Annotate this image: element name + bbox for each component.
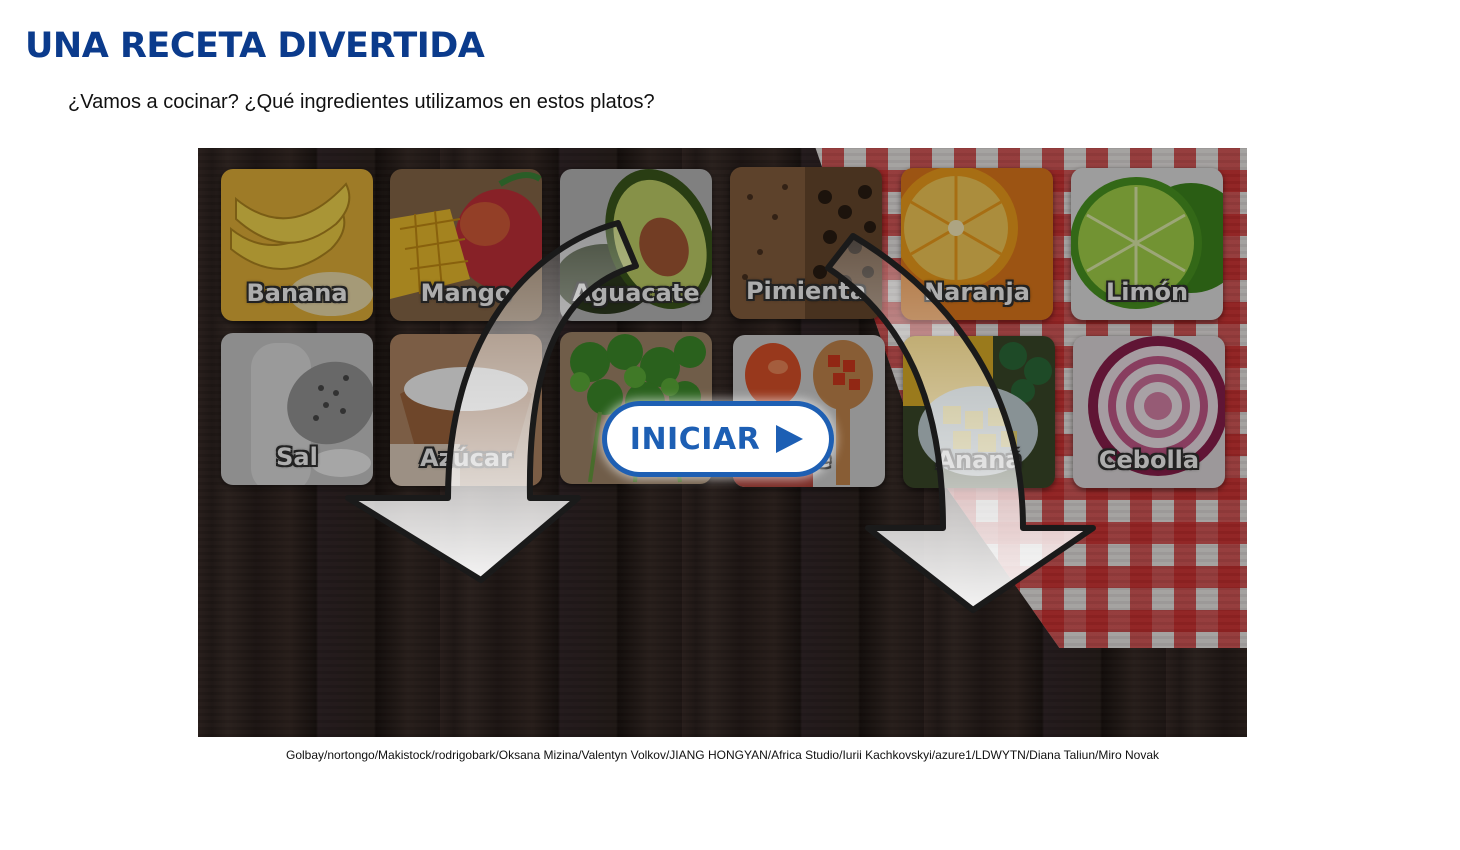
tile-label: Naranja	[924, 278, 1030, 306]
image-credits: Golbay/nortongo/Makistock/rodrigobark/Ok…	[285, 748, 1160, 762]
ingredient-tile-salt[interactable]: Sal	[221, 333, 373, 485]
game-stage: Banana Mango Aguacate Pimienta Naranja L…	[198, 148, 1247, 737]
ingredient-tile-pineapple[interactable]: Ananá	[903, 336, 1055, 488]
ingredient-tile-pepper[interactable]: Pimienta	[730, 167, 882, 319]
tile-label: Sal	[276, 443, 318, 471]
tile-label: Aguacate	[572, 279, 700, 307]
tile-label: Pimienta	[745, 277, 867, 305]
page-subtitle: ¿Vamos a cocinar? ¿Qué ingredientes util…	[68, 91, 655, 113]
ingredient-tile-mango[interactable]: Mango	[390, 169, 542, 321]
tile-label: Ananá	[936, 446, 1022, 474]
tile-label: Cebolla	[1098, 446, 1200, 474]
ingredient-tile-avocado[interactable]: Aguacate	[560, 169, 712, 321]
ingredient-tile-banana[interactable]: Banana	[221, 169, 373, 321]
start-button[interactable]: INICIAR	[607, 406, 829, 472]
tile-label: Banana	[246, 279, 348, 307]
play-arrow-icon	[776, 425, 804, 453]
tile-label: Mango	[420, 279, 512, 307]
page-title: UNA RECETA DIVERTIDA	[25, 26, 485, 66]
ingredient-tile-orange[interactable]: Naranja	[901, 168, 1053, 320]
ingredient-tile-lime[interactable]: Limón	[1071, 168, 1223, 320]
tile-label: Limón	[1105, 278, 1189, 306]
ingredient-tile-sugar[interactable]: Azúcar	[390, 334, 542, 486]
tile-label: Azúcar	[420, 444, 512, 472]
start-button-label: INICIAR	[629, 421, 761, 457]
ingredient-tile-onion[interactable]: Cebolla	[1073, 336, 1225, 488]
